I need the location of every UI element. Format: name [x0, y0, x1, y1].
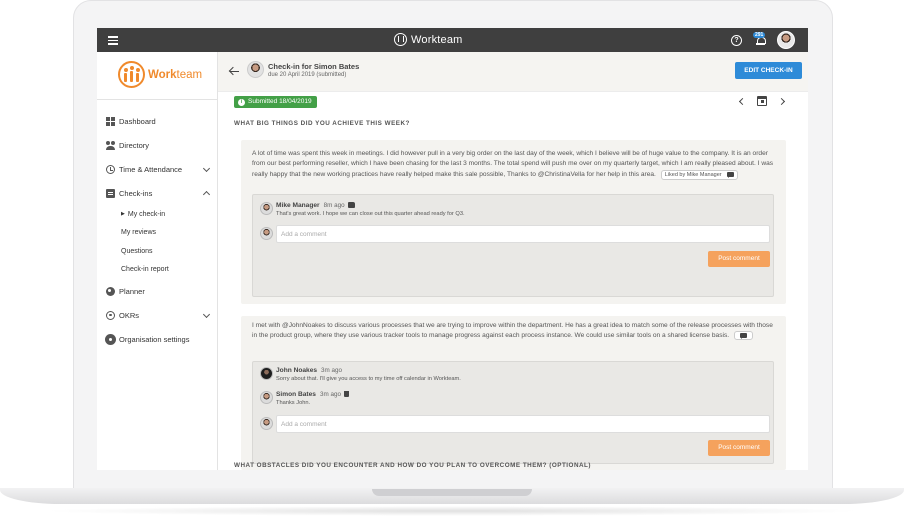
commenter-avatar	[260, 391, 273, 404]
comment-thread: Mike Manager 8m ago That's great work. I …	[252, 194, 774, 297]
sidebar-item-label: Directory	[119, 140, 150, 150]
commenter-avatar	[260, 202, 273, 215]
liked-by-chip[interactable]: Liked by Mike Manager	[660, 169, 739, 180]
answer-text-block: A lot of time was spent this week in mee…	[252, 149, 775, 180]
clock-icon	[106, 164, 115, 174]
sidebar: Workteam Dashboard Directory Time & Atte…	[97, 52, 218, 470]
comment-time: 3m ago	[319, 391, 341, 398]
sidebar-subitem-label: Check-in report	[121, 266, 169, 274]
laptop-shadow	[40, 506, 864, 516]
sidebar-subitem-label: My reviews	[121, 229, 157, 237]
employee-avatar	[247, 61, 264, 78]
chevron-down-icon	[202, 310, 211, 319]
sidebar-subitem-label: My check-in	[127, 210, 166, 218]
add-comment-input[interactable]	[276, 225, 770, 243]
people-icon	[106, 140, 115, 150]
sidebar-item-label: Planner	[119, 286, 145, 296]
target-icon	[106, 310, 115, 320]
workteam-logo-mark-icon	[118, 61, 145, 88]
laptop-notch	[372, 489, 532, 496]
sidebar-subitem-label: Questions	[121, 247, 153, 255]
question-heading: WHAT BIG THINGS DID YOU ACHIEVE THIS WEE…	[234, 120, 410, 127]
answer-text-block: I met with @JohnNoakes to discuss variou…	[252, 321, 775, 342]
post-comment-button[interactable]: Post comment	[708, 440, 770, 456]
sidebar-nav: Dashboard Directory Time & Attendance Ch…	[97, 109, 217, 351]
status-label: Submitted 18/04/2019	[248, 98, 312, 105]
sidebar-subitem-questions[interactable]: Questions	[97, 242, 217, 261]
add-comment-input[interactable]	[276, 415, 770, 433]
sidebar-item-dashboard[interactable]: Dashboard	[97, 109, 217, 133]
logo-wordmark: Workteam	[148, 68, 203, 81]
sidebar-logo[interactable]: Workteam	[118, 61, 202, 88]
chevron-right-icon[interactable]	[777, 97, 786, 106]
comment-icon	[739, 333, 747, 340]
trash-icon[interactable]	[343, 391, 349, 398]
dashboard-icon	[106, 116, 115, 126]
top-brand-name: Workteam	[411, 33, 463, 46]
comment-text: Sorry about that. I'll give you access t…	[276, 376, 461, 382]
sidebar-item-label: Dashboard	[119, 116, 156, 126]
workteam-logo-icon	[394, 33, 407, 46]
sidebar-item-directory[interactable]: Directory	[97, 133, 217, 157]
edit-check-in-button[interactable]: EDIT CHECK-IN	[735, 62, 802, 79]
calendar-icon[interactable]	[757, 96, 767, 106]
sidebar-item-planner[interactable]: Planner	[97, 279, 217, 303]
liked-by-label: Liked by Mike Manager	[664, 171, 722, 178]
sidebar-subitem-my-check-in[interactable]: ▶ My check-in	[97, 205, 217, 224]
sidebar-item-label: Organisation settings	[119, 334, 190, 344]
sidebar-item-organisation-settings[interactable]: Organisation settings	[97, 327, 217, 351]
commenter-name: Simon Bates 3m ago	[276, 391, 349, 398]
sidebar-item-okrs[interactable]: OKRs	[97, 303, 217, 327]
info-icon: i	[238, 98, 245, 106]
active-indicator-icon: ▶	[121, 211, 125, 218]
current-user-avatar	[260, 227, 273, 240]
hamburger-menu-icon[interactable]	[108, 36, 118, 45]
back-arrow-icon[interactable]	[229, 66, 239, 76]
gear-icon	[106, 334, 115, 344]
answer-card: A lot of time was spent this week in mee…	[241, 140, 786, 304]
notification-count-badge: 291	[753, 32, 766, 38]
sidebar-item-label: Time & Attendance	[119, 164, 183, 174]
chevron-down-icon	[202, 164, 211, 173]
sidebar-item-label: OKRs	[119, 310, 140, 320]
planner-icon	[106, 286, 115, 296]
commenter-name: Mike Manager 8m ago	[276, 202, 355, 209]
add-comment-row	[260, 415, 770, 433]
question-heading: WHAT OBSTACLES DID YOU ENCOUNTER AND HOW…	[234, 462, 591, 469]
comment-time: 8m ago	[323, 202, 345, 209]
sidebar-item-time-attendance[interactable]: Time & Attendance	[97, 157, 217, 181]
sidebar-item-check-ins[interactable]: Check-ins	[97, 181, 217, 205]
sidebar-item-label: Check-ins	[119, 188, 153, 198]
chevron-up-icon	[202, 190, 211, 199]
page-subtitle: due 20 April 2019 (submitted)	[268, 72, 347, 78]
current-user-avatar	[260, 417, 273, 430]
page-title: Check-in for Simon Bates	[268, 62, 360, 71]
comment-chip[interactable]	[733, 331, 753, 341]
commenter-avatar	[260, 367, 273, 380]
user-avatar[interactable]	[777, 31, 795, 49]
add-comment-row	[260, 225, 770, 243]
help-icon[interactable]: ?	[731, 35, 742, 46]
clipboard-icon	[106, 188, 115, 198]
comment-text: Thanks John.	[276, 400, 311, 406]
commenter-name: John Noakes 3m ago	[276, 367, 343, 374]
comment-text: That's great work. I hope we can close o…	[276, 211, 465, 217]
main-content: Check-in for Simon Bates due 20 April 20…	[218, 52, 808, 470]
app-screen: Workteam ? 291 Workteam Dashboard Direct…	[97, 28, 808, 470]
chevron-left-icon[interactable]	[738, 97, 747, 106]
answer-text: I met with @JohnNoakes to discuss variou…	[252, 322, 773, 340]
top-bar: Workteam ? 291	[97, 28, 808, 52]
status-badge: i Submitted 18/04/2019	[234, 96, 317, 108]
thumbs-up-icon[interactable]	[347, 202, 355, 209]
comment-time: 3m ago	[321, 367, 343, 374]
comment-icon	[727, 171, 735, 178]
sidebar-subitem-check-in-report[interactable]: Check-in report	[97, 261, 217, 280]
comment-thread: John Noakes 3m ago Sorry about that. I'll…	[252, 361, 774, 464]
checkin-header: Check-in for Simon Bates due 20 April 20…	[218, 52, 808, 92]
post-comment-button[interactable]: Post comment	[708, 251, 770, 267]
sidebar-subitem-my-reviews[interactable]: My reviews	[97, 224, 217, 243]
sidebar-divider	[97, 99, 217, 100]
answer-card: I met with @JohnNoakes to discuss variou…	[241, 316, 786, 470]
top-brand: Workteam	[394, 33, 463, 46]
